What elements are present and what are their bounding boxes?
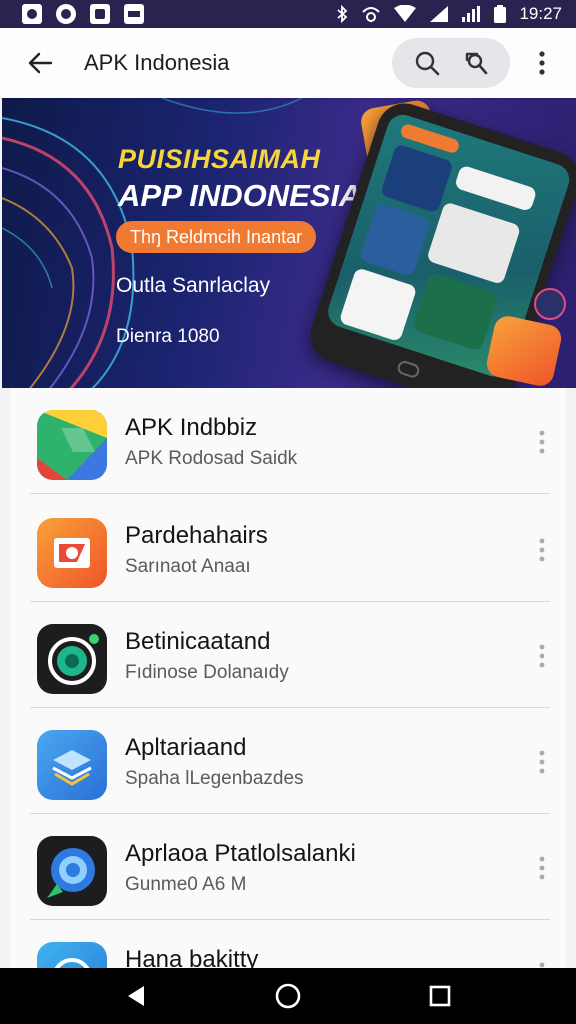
app-title: Apltariaand <box>125 734 247 761</box>
app-title: Hana bakitty <box>125 946 259 968</box>
app-notification-icon <box>56 4 76 24</box>
list-item[interactable]: Aprlaoa Ptatlolsalanki Gunme0 A6 M <box>10 814 566 920</box>
chat-bubble-icon <box>37 836 107 906</box>
more-options-button[interactable] <box>522 43 562 83</box>
nav-recents-button[interactable] <box>415 971 465 1021</box>
signal-icon <box>430 6 449 22</box>
camera-ring-icon <box>37 624 107 694</box>
app-subtitle: APK Rodosad Saidk <box>125 448 298 469</box>
search-icon <box>415 51 439 76</box>
list-item[interactable]: Apltariaand Spaha lLegenbazdes <box>10 708 566 814</box>
notification-icons <box>22 4 144 24</box>
system-nav-bar <box>0 968 576 1024</box>
more-vert-icon <box>539 750 545 774</box>
search-settings-button[interactable] <box>456 43 496 83</box>
app-list: APK Indbbiz APK Rodosad Saidk Pardehahai… <box>10 388 566 968</box>
more-vert-icon <box>539 962 545 968</box>
divider <box>30 493 550 494</box>
phone-home-button <box>395 359 422 380</box>
app-notification-icon <box>90 4 110 24</box>
list-item[interactable]: APK Indbbiz APK Rodosad Saidk <box>10 388 566 494</box>
promo-banner[interactable]: PUISIHSAIMAH APP INDONESIA Thŋ Reldmcih … <box>2 98 576 388</box>
app-subtitle: Spaha lLegenbazdes <box>125 768 304 789</box>
page-title: APK Indonesia <box>84 50 230 75</box>
signal-icon <box>462 6 481 22</box>
app-notification-icon <box>124 4 144 24</box>
item-more-button[interactable] <box>524 634 560 678</box>
app-title: Pardehahairs <box>125 522 268 549</box>
clock: 19:27 <box>519 4 562 23</box>
app-bar: APK Indonesia <box>0 28 576 98</box>
more-vert-icon <box>539 430 545 454</box>
app-notification-icon <box>22 4 42 24</box>
item-more-button[interactable] <box>524 528 560 572</box>
list-item[interactable]: Pardehahairs Sarınaot Anaaı <box>10 496 566 602</box>
nav-home-button[interactable] <box>263 971 313 1021</box>
more-vert-icon <box>539 644 545 668</box>
bluetooth-icon <box>337 5 348 23</box>
wifi-calling-icon <box>362 7 381 22</box>
banner-headline-2: APP INDONESIA <box>118 178 362 213</box>
recents-square-icon <box>429 985 451 1007</box>
more-vert-icon <box>539 856 545 880</box>
item-more-button[interactable] <box>524 952 560 968</box>
nav-back-button[interactable] <box>111 971 161 1021</box>
search-settings-icon <box>465 52 487 75</box>
floating-app-icon <box>534 288 566 320</box>
item-more-button[interactable] <box>524 420 560 464</box>
app-subtitle: Gunme0 A6 M <box>125 874 247 895</box>
app-subtitle: Fıdinose Dolanaıdy <box>125 662 289 683</box>
search-button[interactable] <box>407 43 447 83</box>
app-title: APK Indbbiz <box>125 414 258 441</box>
wifi-icon <box>394 5 417 22</box>
layers-box-icon <box>37 730 107 800</box>
drive-style-icon <box>37 410 107 480</box>
battery-icon <box>494 5 507 23</box>
list-item[interactable]: Betinicaatand Fıdinose Dolanaıdy <box>10 602 566 708</box>
app-title: Betinicaatand <box>125 628 271 655</box>
app-subtitle: Sarınaot Anaaı <box>125 556 251 577</box>
circle-app-icon <box>37 942 107 968</box>
banner-subtitle-2: Dienra 1080 <box>116 326 220 347</box>
banner-headline-1: PUISIHSAIMAH <box>118 144 321 174</box>
photo-frame-icon <box>37 518 107 588</box>
app-title: Aprlaoa Ptatlolsalanki <box>125 840 356 867</box>
back-arrow-icon <box>28 52 53 74</box>
toolbar-pill <box>392 38 510 88</box>
banner-subtitle: Outla Sanrlaclay <box>116 274 271 297</box>
item-more-button[interactable] <box>524 846 560 890</box>
more-vert-icon <box>539 538 545 562</box>
list-item[interactable]: Hana bakitty <box>10 920 566 968</box>
item-more-button[interactable] <box>524 740 560 784</box>
more-vert-icon <box>539 51 545 75</box>
banner-tag: Thŋ Reldmcih Inantar <box>116 221 317 253</box>
floating-app-icon <box>484 313 564 388</box>
status-bar: 19:27 <box>0 0 576 28</box>
back-button[interactable] <box>20 43 60 83</box>
home-circle-icon <box>275 983 301 1009</box>
back-triangle-icon <box>128 986 144 1006</box>
